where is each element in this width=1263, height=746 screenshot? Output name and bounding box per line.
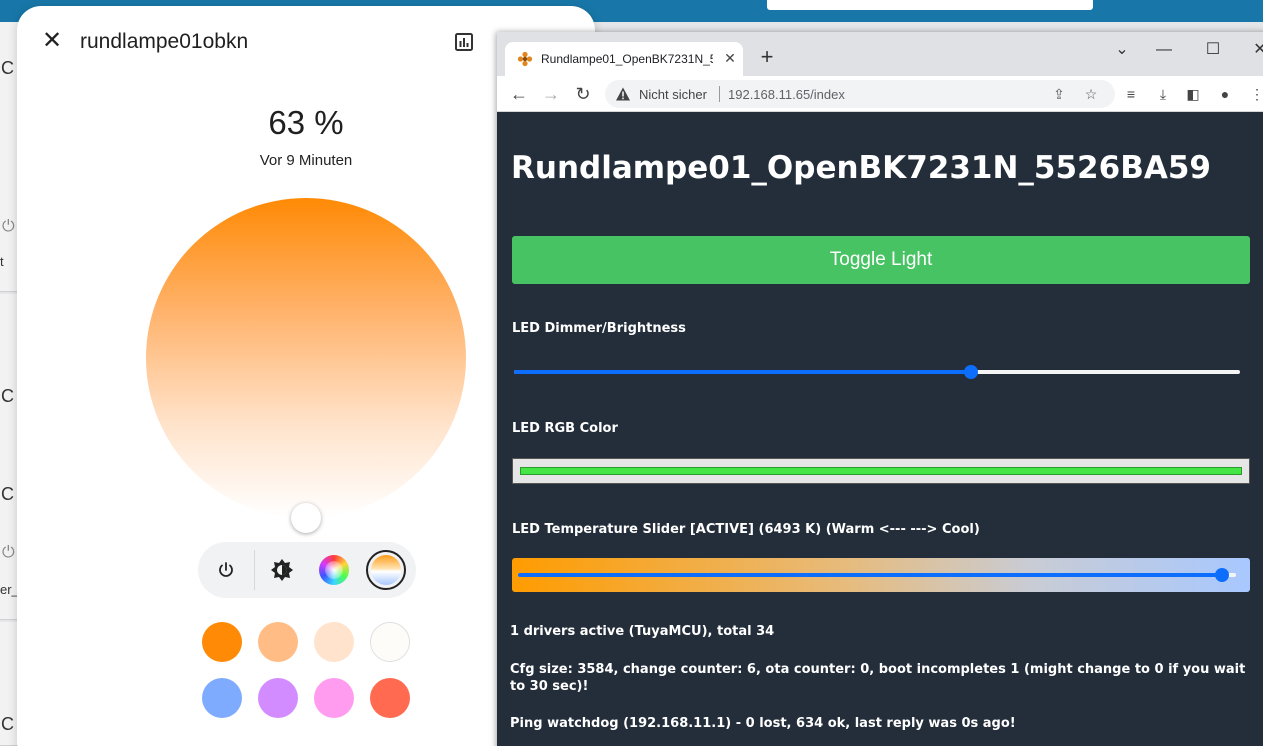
temp-slider[interactable] (512, 558, 1250, 592)
background-power-icon: ⏻ (2, 544, 15, 561)
color-temp-picker[interactable] (146, 198, 466, 518)
color-swatch-5[interactable] (202, 678, 242, 718)
new-tab-button[interactable]: + (755, 46, 779, 70)
background-card-letter: C (1, 484, 14, 504)
tab-rundlampe[interactable]: Rundlampe01_OpenBK7231N_5526BA59 ✕ (505, 42, 743, 76)
background-power-icon: ⏻ (2, 218, 15, 235)
back-icon[interactable]: ← (507, 82, 531, 106)
background-card-text: t (0, 254, 4, 269)
download-icon[interactable]: ⤓ (1153, 84, 1173, 104)
rgb-label: LED RGB Color (512, 421, 618, 436)
background-card-letter: C (1, 714, 14, 734)
bookmark-star-icon[interactable]: ☆ (1081, 84, 1101, 104)
color-temp-mode-button[interactable] (366, 550, 406, 590)
tab-close-icon[interactable]: ✕ (721, 49, 739, 67)
dimmer-slider-fill (514, 370, 972, 374)
dialog-title: rundlampe01obkn (80, 30, 249, 53)
window-close-icon[interactable]: ✕ (1245, 38, 1263, 62)
profile-avatar-icon[interactable]: ● (1215, 84, 1235, 104)
color-swatch-4[interactable] (370, 622, 410, 662)
background-card-letter: C (1, 386, 14, 406)
page-title: Rundlampe01_OpenBK7231N_5526BA59 (511, 150, 1211, 186)
color-swatch-3[interactable] (314, 622, 354, 662)
dimmer-slider-thumb[interactable] (964, 365, 979, 379)
temp-slider-thumb[interactable] (1214, 568, 1229, 582)
browser-toolbar: ← → ↻ Nicht sicher 192.168.11.65/index ⇪… (497, 76, 1263, 112)
drivers-info: 1 drivers active (TuyaMCU), total 34 (510, 624, 775, 639)
cfg-info: Cfg size: 3584, change counter: 6, ota c… (510, 662, 1246, 694)
background-card-letter: C (1, 58, 14, 78)
flower-favicon-icon (517, 51, 533, 67)
forward-icon[interactable]: → (539, 82, 563, 106)
reload-icon[interactable]: ↻ (571, 82, 595, 106)
browser-window: Rundlampe01_OpenBK7231N_5526BA59 ✕ + ⌄ —… (497, 32, 1263, 746)
chart-icon[interactable] (454, 32, 474, 52)
toggle-light-button[interactable]: Toggle Light (512, 236, 1250, 284)
color-swatch-8[interactable] (370, 678, 410, 718)
color-swatch-6[interactable] (258, 678, 298, 718)
background-search-bar (767, 0, 1093, 10)
side-panel-icon[interactable]: ◧ (1183, 84, 1203, 104)
menu-kebab-icon[interactable]: ⋮ (1247, 84, 1263, 104)
dimmer-label: LED Dimmer/Brightness (512, 321, 686, 336)
color-swatch-7[interactable] (314, 678, 354, 718)
tab-strip: Rundlampe01_OpenBK7231N_5526BA59 ✕ + ⌄ —… (497, 32, 1263, 76)
security-label[interactable]: Nicht sicher (639, 87, 707, 102)
share-icon[interactable]: ⇪ (1049, 84, 1069, 104)
ping-info: Ping watchdog (192.168.11.1) - 0 lost, 6… (510, 716, 1016, 731)
color-mode-button[interactable] (314, 550, 354, 590)
color-temp-picker-handle[interactable] (291, 503, 321, 533)
color-swatch-2[interactable] (258, 622, 298, 662)
color-wheel-icon (319, 555, 349, 585)
minimize-icon[interactable]: — (1149, 38, 1179, 62)
color-temp-icon (371, 555, 401, 585)
power-icon (219, 562, 233, 577)
mode-separator (254, 550, 255, 590)
brightness-mode-button[interactable] (262, 550, 302, 590)
temp-label: LED Temperature Slider [ACTIVE] (6493 K)… (512, 522, 980, 537)
rgb-color-picker[interactable] (512, 458, 1250, 484)
brightness-icon (271, 559, 293, 581)
warning-icon (616, 87, 630, 101)
media-queue-icon[interactable]: ≡ (1121, 84, 1141, 104)
device-web-page: Rundlampe01_OpenBK7231N_5526BA59 Toggle … (497, 112, 1263, 746)
tab-search-chevron-icon[interactable]: ⌄ (1107, 38, 1137, 62)
maximize-icon[interactable]: ☐ (1198, 38, 1228, 62)
rgb-color-swatch (520, 467, 1242, 475)
address-bar[interactable]: Nicht sicher 192.168.11.65/index ⇪ ☆ (605, 80, 1115, 108)
power-toggle-button[interactable] (206, 550, 246, 590)
temp-slider-fill (518, 573, 1222, 577)
url-text[interactable]: 192.168.11.65/index (728, 87, 845, 102)
close-icon[interactable]: ✕ (39, 28, 65, 54)
background-card-text: er_ (0, 582, 19, 597)
color-swatch-1[interactable] (202, 622, 242, 662)
light-mode-bar (198, 542, 416, 598)
address-divider (719, 86, 720, 102)
tab-title: Rundlampe01_OpenBK7231N_5526BA59 (541, 52, 713, 66)
